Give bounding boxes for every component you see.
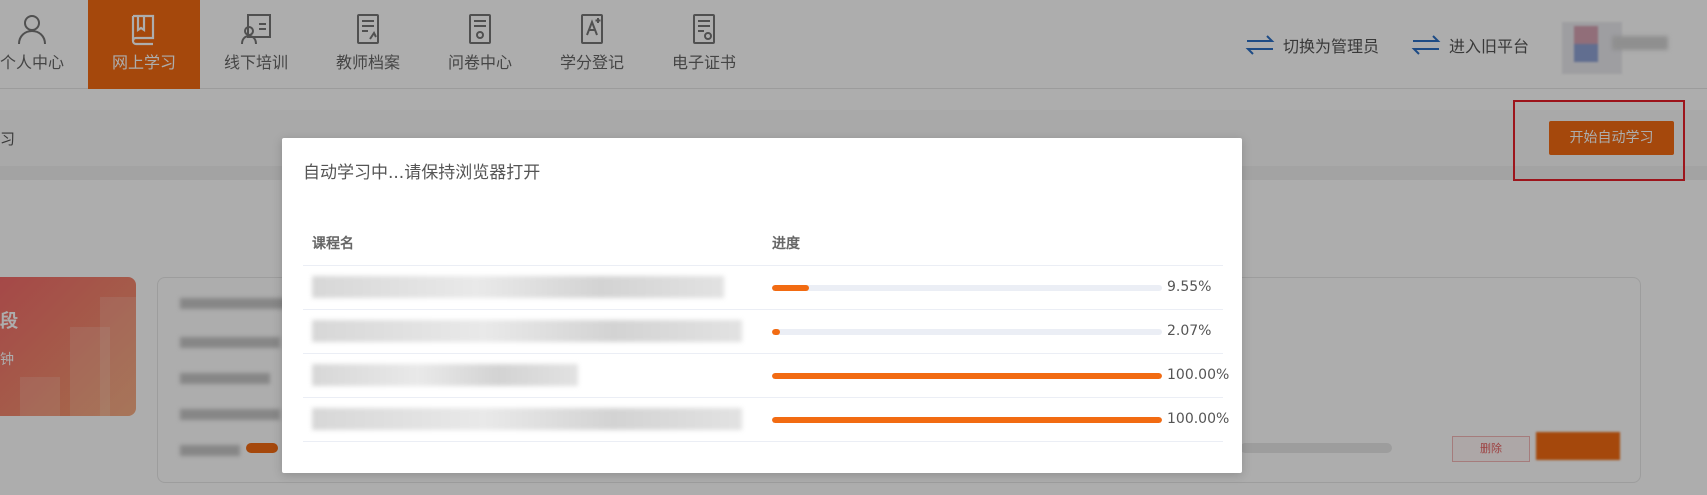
course-name-blurred (312, 364, 578, 386)
auto-study-dialog: 自动学习中...请保持浏览器打开 课程名 进度 9.55% 2.07% 100.… (282, 138, 1242, 473)
column-header-course-name: 课程名 (312, 236, 354, 252)
progress-percent: 2.07% (1167, 323, 1212, 339)
progress-bar-track (772, 285, 1162, 291)
progress-bar-fill (772, 417, 1162, 423)
table-divider (303, 309, 1223, 310)
progress-bar-track (772, 417, 1162, 423)
course-name-blurred (312, 408, 742, 430)
table-divider (303, 265, 1223, 266)
course-name-blurred (312, 320, 742, 342)
progress-percent: 100.00% (1167, 411, 1230, 427)
progress-bar-track (772, 373, 1162, 379)
table-divider (303, 397, 1223, 398)
table-divider (303, 441, 1223, 442)
progress-bar-fill (772, 285, 810, 291)
column-header-progress: 进度 (772, 236, 800, 252)
progress-bar-fill (772, 329, 781, 335)
progress-bar-fill (772, 373, 1162, 379)
progress-percent: 100.00% (1167, 367, 1230, 383)
table-divider (303, 353, 1223, 354)
course-name-blurred (312, 276, 724, 298)
progress-bar-track (772, 329, 1162, 335)
progress-percent: 9.55% (1167, 279, 1212, 295)
dialog-title: 自动学习中...请保持浏览器打开 (303, 163, 541, 183)
